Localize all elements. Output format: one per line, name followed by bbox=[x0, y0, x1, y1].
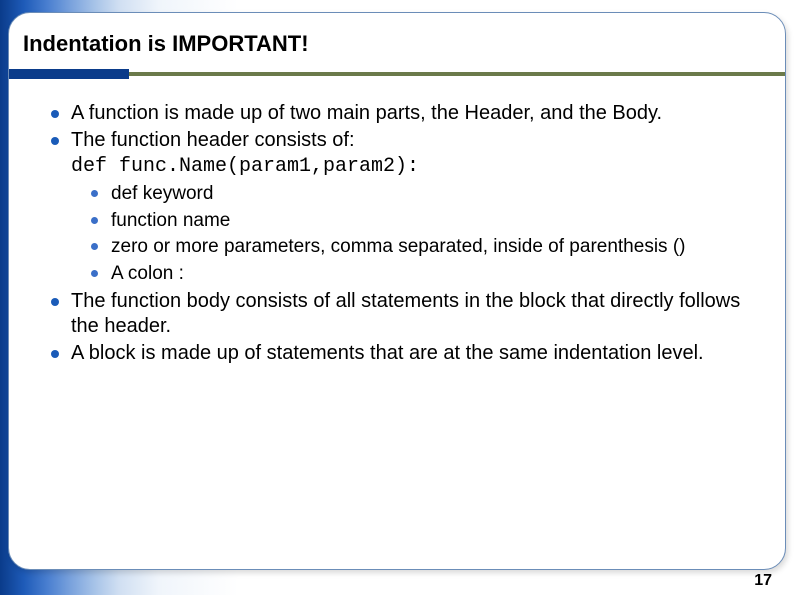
bullet-item: A function is made up of two main parts,… bbox=[51, 101, 751, 126]
bullet-item: The function body consists of all statem… bbox=[51, 289, 751, 339]
outer-bullet-list: A function is made up of two main parts,… bbox=[51, 101, 751, 153]
content-area: A function is made up of two main parts,… bbox=[33, 101, 761, 366]
slide-card: Indentation is IMPORTANT! A function is … bbox=[8, 12, 786, 570]
outer-bullet-list-2: The function body consists of all statem… bbox=[51, 289, 751, 366]
bullet-item: A block is made up of statements that ar… bbox=[51, 341, 751, 366]
divider-left-block bbox=[9, 69, 129, 79]
bullet-item: The function header consists of: bbox=[51, 128, 751, 153]
inner-bullet-list: def keyword function name zero or more p… bbox=[51, 182, 751, 287]
sub-bullet-item: zero or more parameters, comma separated… bbox=[91, 235, 751, 260]
slide-title: Indentation is IMPORTANT! bbox=[23, 31, 761, 57]
page-number: 17 bbox=[754, 572, 772, 590]
sub-bullet-item: A colon : bbox=[91, 262, 751, 287]
sub-bullet-item: function name bbox=[91, 209, 751, 234]
code-line: def func.Name(param1,param2): bbox=[51, 155, 751, 178]
divider bbox=[9, 69, 785, 79]
divider-right-line bbox=[129, 72, 785, 76]
sub-bullet-item: def keyword bbox=[91, 182, 751, 207]
